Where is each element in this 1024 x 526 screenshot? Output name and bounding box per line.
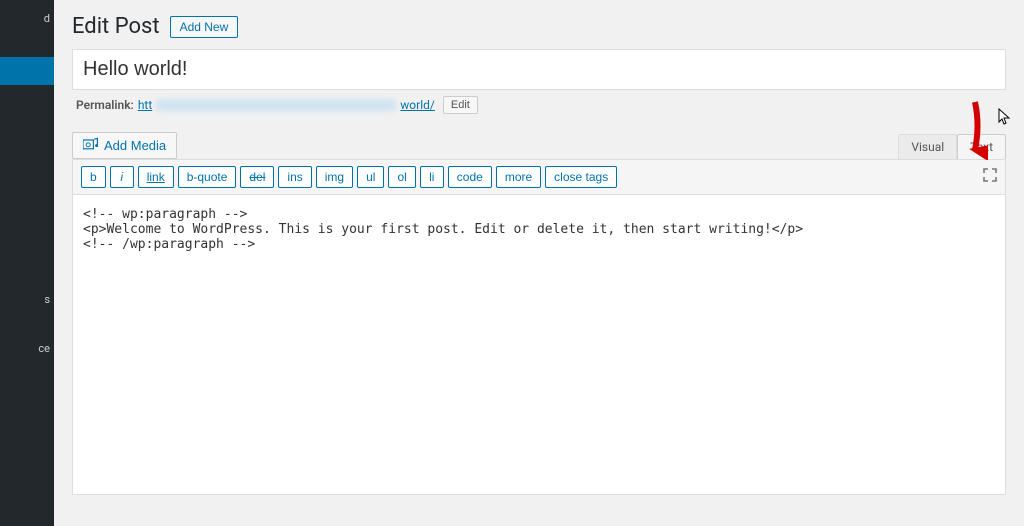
- toolbar-bquote-button[interactable]: b-quote: [178, 166, 237, 188]
- tab-visual[interactable]: Visual: [898, 134, 957, 159]
- admin-sidebar: d s ce: [0, 0, 54, 526]
- sidebar-item-appearance[interactable]: ce: [0, 334, 54, 363]
- toolbar-del-button[interactable]: del: [240, 166, 274, 188]
- sidebar-item-posts[interactable]: [0, 57, 54, 85]
- sidebar-item-settings[interactable]: s: [0, 285, 54, 314]
- add-media-label: Add Media: [104, 138, 166, 153]
- toolbar-li-button[interactable]: li: [420, 166, 444, 188]
- permalink-blurred: [156, 99, 396, 111]
- toolbar-link-button[interactable]: link: [138, 166, 174, 188]
- add-media-button[interactable]: Add Media: [72, 132, 177, 159]
- permalink-prefix[interactable]: htt: [138, 98, 152, 112]
- permalink-row: Permalink: htt world/ Edit: [72, 96, 1006, 114]
- tab-text[interactable]: Text: [957, 134, 1006, 159]
- add-new-button[interactable]: Add New: [170, 16, 239, 38]
- toolbar-more-button[interactable]: more: [496, 166, 541, 188]
- toolbar-ul-button[interactable]: ul: [357, 166, 384, 188]
- toolbar-ol-button[interactable]: ol: [388, 166, 415, 188]
- toolbar-ins-button[interactable]: ins: [278, 166, 311, 188]
- toolbar-italic-button[interactable]: i: [110, 166, 134, 188]
- editor-tabs: Visual Text: [898, 134, 1006, 159]
- permalink-suffix[interactable]: world/: [400, 98, 435, 112]
- toolbar-closetags-button[interactable]: close tags: [545, 166, 617, 188]
- permalink-label: Permalink:: [76, 98, 134, 112]
- toolbar-img-button[interactable]: img: [316, 166, 353, 188]
- fullscreen-icon[interactable]: [983, 168, 997, 186]
- toolbar-code-button[interactable]: code: [448, 166, 492, 188]
- sidebar-item-dashboard[interactable]: d: [0, 4, 54, 33]
- text-toolbar: b i link b-quote del ins img ul ol li co…: [72, 159, 1006, 195]
- camera-music-icon: [83, 137, 99, 154]
- page-title: Edit Post: [72, 14, 160, 39]
- main-content: Edit Post Add New Permalink: htt world/ …: [54, 0, 1024, 526]
- toolbar-bold-button[interactable]: b: [81, 166, 106, 188]
- post-content-textarea[interactable]: [72, 195, 1006, 495]
- post-title-input[interactable]: [72, 49, 1006, 90]
- edit-permalink-button[interactable]: Edit: [443, 96, 478, 114]
